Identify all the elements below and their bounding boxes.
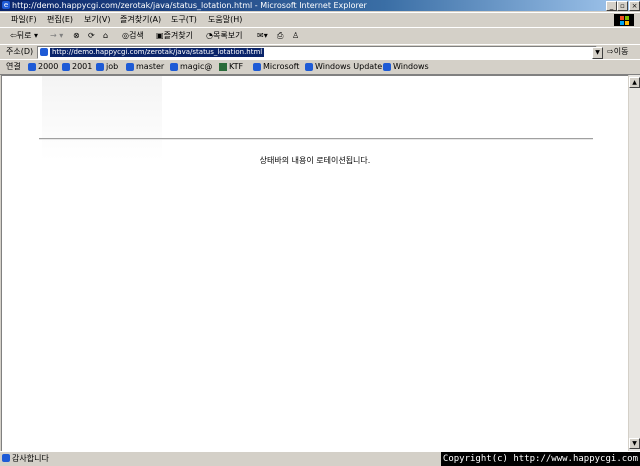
- link-2001[interactable]: 2001: [62, 61, 92, 73]
- favorites-icon: ▣: [156, 31, 164, 40]
- address-label: 주소(D): [6, 47, 34, 56]
- page-icon: [96, 62, 104, 71]
- address-dropdown[interactable]: ▼: [592, 47, 603, 59]
- link-windows[interactable]: Windows: [383, 61, 429, 73]
- link-job[interactable]: job: [96, 61, 118, 73]
- back-arrow-icon: ⇦: [10, 31, 17, 40]
- favorites-button[interactable]: ▣즐겨찾기: [156, 30, 193, 42]
- page-icon: [126, 62, 134, 71]
- scroll-up-button[interactable]: ▲: [629, 77, 640, 88]
- title-bar: e http://demo.happycgi.com/zerotak/java/…: [0, 0, 640, 11]
- horizontal-rule: [39, 138, 593, 140]
- page-icon: [62, 62, 70, 71]
- forward-button[interactable]: → ▾: [50, 30, 63, 42]
- print-icon[interactable]: ⎙: [277, 30, 283, 42]
- ktf-icon: [219, 62, 227, 71]
- history-button[interactable]: ◔목록보기: [206, 30, 242, 42]
- vertical-scrollbar[interactable]: ▲ ▼: [628, 75, 640, 451]
- menu-file[interactable]: 파일(F): [11, 14, 37, 26]
- go-button[interactable]: ⇨이동: [607, 46, 628, 58]
- page-message: 상태바의 내용이 로테이션됩니다.: [259, 156, 371, 165]
- window-title: http://demo.happycgi.com/zerotak/java/st…: [12, 1, 367, 10]
- page-icon: [40, 48, 48, 56]
- minimize-button[interactable]: _: [606, 1, 617, 11]
- page-icon: [305, 62, 313, 71]
- menu-tools[interactable]: 도구(T): [171, 14, 197, 26]
- link-microsoft[interactable]: Microsoft: [253, 61, 299, 73]
- page-content: 상태바의 내용이 로테이션됩니다.: [1, 75, 628, 451]
- page-icon: [253, 62, 261, 71]
- search-icon: ◎: [122, 31, 129, 40]
- links-bar: 연결 2000 2001 job master magic@ KTF Micro…: [0, 59, 640, 75]
- maximize-button[interactable]: ▫: [617, 1, 628, 11]
- menu-bar: 파일(F) 편집(E) 보기(V) 즐겨찾기(A) 도구(T) 도움말(H): [0, 12, 640, 28]
- page-icon: [383, 62, 391, 71]
- link-2000[interactable]: 2000: [28, 61, 58, 73]
- toolbar: ⇦뒤로 ▾ → ▾ ⊗ ⟳ ⌂ ◎검색 ▣즐겨찾기 ◔목록보기 ✉▾ ⎙ ♙: [0, 27, 640, 45]
- messenger-icon[interactable]: ♙: [292, 30, 299, 42]
- copyright-overlay: Copyright(c) http://www.happycgi.com: [440, 452, 640, 466]
- windows-logo: [614, 14, 634, 26]
- back-button[interactable]: ⇦뒤로 ▾: [10, 30, 38, 42]
- stop-icon[interactable]: ⊗: [73, 30, 80, 42]
- ie-icon: e: [2, 1, 10, 9]
- address-url[interactable]: http://demo.happycgi.com/zerotak/java/st…: [50, 48, 265, 57]
- address-input[interactable]: http://demo.happycgi.com/zerotak/java/st…: [37, 46, 597, 59]
- background-shade: [42, 76, 162, 160]
- links-label: 연결: [6, 62, 21, 71]
- home-icon[interactable]: ⌂: [103, 30, 108, 42]
- link-master[interactable]: master: [126, 61, 164, 73]
- menu-view[interactable]: 보기(V): [84, 14, 110, 26]
- page-icon: [170, 62, 178, 71]
- menu-edit[interactable]: 편집(E): [47, 14, 73, 26]
- close-button[interactable]: ×: [629, 1, 640, 11]
- menu-favorites[interactable]: 즐겨찾기(A): [120, 14, 161, 26]
- search-button[interactable]: ◎검색: [122, 30, 144, 42]
- menu-help[interactable]: 도움말(H): [208, 14, 242, 26]
- page-icon: [28, 62, 36, 71]
- go-arrow-icon: ⇨: [607, 47, 614, 56]
- refresh-icon[interactable]: ⟳: [88, 30, 95, 42]
- link-windows-update[interactable]: Windows Update: [305, 61, 382, 73]
- mail-icon[interactable]: ✉▾: [257, 30, 268, 42]
- link-magic[interactable]: magic@: [170, 61, 212, 73]
- history-icon: ◔: [206, 31, 213, 40]
- scroll-down-button[interactable]: ▼: [629, 438, 640, 449]
- address-bar: 주소(D) http://demo.happycgi.com/zerotak/j…: [0, 44, 640, 60]
- link-ktf[interactable]: KTF: [219, 61, 243, 73]
- page-icon: [2, 454, 10, 462]
- status-bar: 감사합니다 Copyright(c) http://www.happycgi.c…: [0, 451, 640, 466]
- status-text: 감사합니다: [12, 454, 49, 463]
